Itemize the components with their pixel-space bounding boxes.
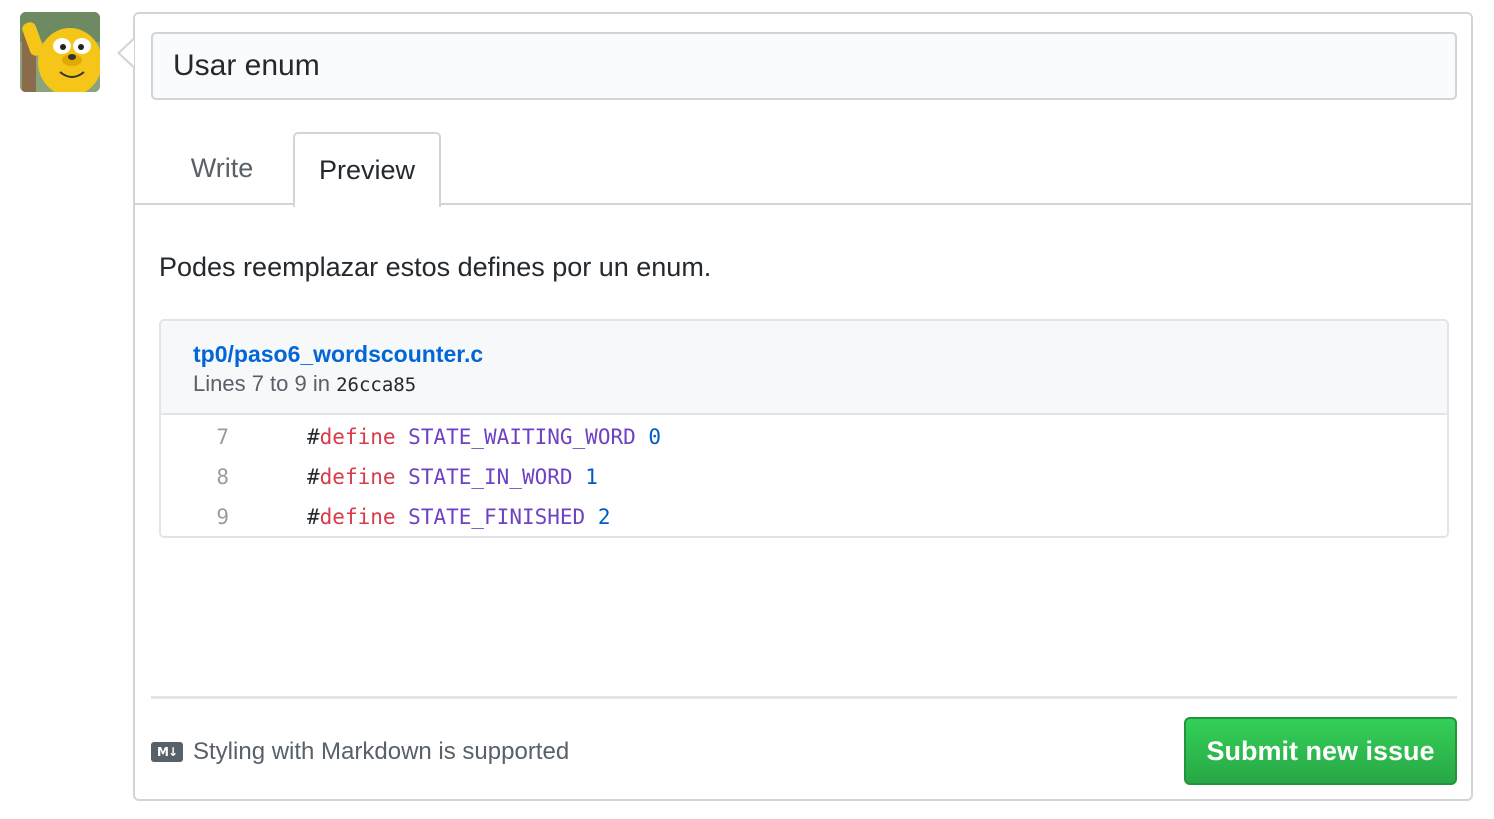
code-content: #define STATE_WAITING_WORD 0 [307,425,661,449]
code-line: 7 #define STATE_WAITING_WORD 0 [161,417,1447,457]
line-number[interactable]: 7 [161,425,231,449]
code-line: 9 #define STATE_FINISHED 2 [161,497,1447,536]
code-line: 8 #define STATE_IN_WORD 1 [161,457,1447,497]
snippet-lines-info: Lines 7 to 9 in 26cca85 [193,371,416,397]
submit-new-issue-button[interactable]: Submit new issue [1184,717,1457,785]
code-content: #define STATE_IN_WORD 1 [307,465,598,489]
code-number: 1 [585,465,598,489]
code-identifier: STATE_IN_WORD [408,465,573,489]
code-keyword: define [319,425,396,449]
markdown-help-link[interactable]: Styling with Markdown is supported [193,738,569,766]
line-number[interactable]: 8 [161,465,231,489]
code-hash: # [307,505,320,529]
tab-write[interactable]: Write [151,132,293,205]
code-number: 0 [648,425,662,449]
code-snippet: tp0/paso6_wordscounter.c Lines 7 to 9 in… [159,319,1449,538]
snippet-header: tp0/paso6_wordscounter.c Lines 7 to 9 in… [161,321,1447,415]
preview-text: Podes reemplazar estos defines por un en… [159,252,712,282]
issue-title-input[interactable] [151,32,1457,100]
code-identifier: STATE_FINISHED [408,505,586,529]
new-issue-form: Write Preview Podes reemplazar estos def… [133,12,1473,801]
snippet-commit-sha[interactable]: 26cca85 [336,374,416,396]
code-content: #define STATE_FINISHED 2 [307,505,611,529]
snippet-file-link[interactable]: tp0/paso6_wordscounter.c [193,341,483,368]
code-number: 2 [597,505,611,529]
markdown-icon[interactable]: M↓ [151,742,183,762]
code-keyword: define [319,505,396,529]
tab-preview[interactable]: Preview [293,132,441,207]
jake-avatar-icon [20,12,100,92]
code-hash: # [307,465,320,489]
avatar[interactable] [20,12,100,92]
code-hash: # [307,425,320,449]
comment-pointer-fill [120,40,134,66]
code-keyword: define [319,465,396,489]
code-identifier: STATE_WAITING_WORD [408,425,636,449]
snippet-lines-label: Lines 7 to 9 in [193,371,337,396]
footer-divider [151,696,1457,699]
line-number[interactable]: 9 [161,505,231,529]
